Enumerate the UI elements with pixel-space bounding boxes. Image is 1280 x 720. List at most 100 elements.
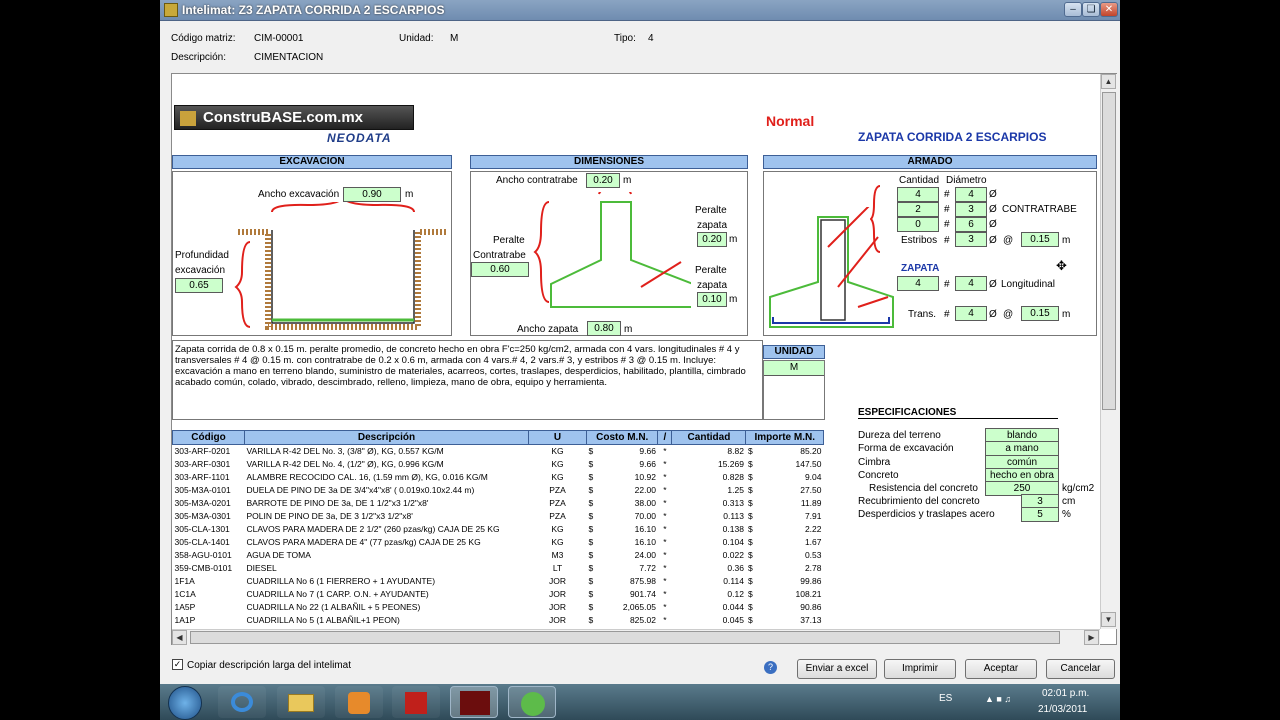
col-codigo[interactable]: Código bbox=[172, 430, 245, 445]
tray-icons[interactable]: ▲ ■ ♫ bbox=[985, 694, 1011, 704]
table-row[interactable]: 303-ARF-0301 VARILLA R-42 DEL No. 4, (1/2… bbox=[173, 458, 824, 471]
trans-sep-input[interactable]: 0.15 bbox=[1021, 306, 1059, 321]
table-row[interactable]: 305-CLA-1301 CLAVOS PARA MADERA DE 2 1/2"… bbox=[173, 523, 824, 536]
accept-button[interactable]: Aceptar bbox=[965, 659, 1037, 679]
trans-num-input[interactable]: 4 bbox=[955, 306, 987, 321]
peralte-zapata-label-2: zapata bbox=[697, 220, 728, 231]
close-button[interactable]: ✕ bbox=[1100, 2, 1118, 17]
horizontal-scrollbar[interactable]: ◀ ▶ bbox=[172, 629, 1100, 645]
trans-label: Trans. bbox=[908, 309, 936, 320]
restore-button[interactable]: ❏ bbox=[1082, 2, 1100, 17]
row-code: 303-ARF-1101 bbox=[174, 472, 230, 482]
table-row[interactable]: 305-M3A-0201 BARROTE DE PINO DE 3a, DE 1 … bbox=[173, 497, 824, 510]
scroll-left-icon[interactable]: ◀ bbox=[172, 630, 187, 645]
acrobat-icon[interactable] bbox=[392, 686, 440, 718]
print-button[interactable]: Imprimir bbox=[884, 659, 956, 679]
vertical-scroll-thumb[interactable] bbox=[1102, 92, 1116, 410]
forma-input[interactable]: a mano bbox=[985, 441, 1059, 456]
scroll-right-icon[interactable]: ▶ bbox=[1084, 630, 1099, 645]
table-row[interactable]: 1F1A CUADRILLA No 6 (1 FIERRERO + 1 AYUDA… bbox=[173, 575, 824, 588]
help-icon[interactable]: ? bbox=[764, 661, 777, 674]
internet-explorer-icon[interactable] bbox=[218, 686, 266, 718]
peralte-zapata2-input[interactable]: 0.10 bbox=[697, 292, 727, 307]
armado-diam-3-input[interactable]: 6 bbox=[955, 217, 987, 232]
peralte-contratrabe-label-1: Peralte bbox=[493, 235, 525, 246]
row-currency: $ bbox=[588, 550, 594, 560]
contratrabe-label: CONTRATRABE bbox=[1002, 204, 1077, 215]
table-row[interactable]: 305-M3A-0101 DUELA DE PINO DE 3a DE 3/4"x… bbox=[173, 484, 824, 497]
row-importe: 11.89 bbox=[800, 498, 822, 508]
desperdicios-input[interactable]: 5 bbox=[1021, 507, 1059, 522]
col-slash[interactable]: / bbox=[657, 430, 673, 445]
zapata-cant-input[interactable]: 4 bbox=[897, 276, 939, 291]
row-currency: $ bbox=[588, 446, 594, 457]
scroll-down-icon[interactable]: ▼ bbox=[1101, 612, 1116, 627]
row-quantity: 0.114 bbox=[723, 576, 744, 586]
language-indicator[interactable]: ES bbox=[939, 693, 952, 704]
logo-mark-icon bbox=[180, 111, 196, 126]
copy-description-checkbox[interactable]: ✓ bbox=[172, 659, 183, 670]
peralte-contratrabe-input[interactable]: 0.60 bbox=[471, 262, 529, 277]
table-row[interactable]: 303-ARF-1101 ALAMBRE RECOCIDO CAL. 16, (1… bbox=[173, 471, 824, 484]
unidad-value: M bbox=[450, 33, 459, 44]
armado-cant-1-input[interactable]: 4 bbox=[897, 187, 939, 202]
armado-cant-2-input[interactable]: 2 bbox=[897, 202, 939, 217]
zapata-label: ZAPATA bbox=[901, 263, 940, 274]
armado-diam-1-input[interactable]: 4 bbox=[955, 187, 987, 202]
table-row[interactable]: 359-CMB-0101 DIESEL LT $7.72 * 0.36 $2.78 bbox=[173, 562, 824, 575]
table-row[interactable]: 305-CLA-1401 CLAVOS PARA MADERA DE 4" (77… bbox=[173, 536, 824, 549]
codigo-value: CIM-00001 bbox=[254, 33, 304, 44]
table-row[interactable]: 358-AGU-0101 AGUA DE TOMA M3 $24.00 * 0.022 $0… bbox=[173, 549, 824, 562]
profundidad-label-2: excavación bbox=[175, 265, 226, 276]
table-row[interactable]: 303-ARF-0201 VARILLA R-42 DEL No. 3, (3/8… bbox=[173, 445, 824, 458]
row-description: CUADRILLA No 5 (1 ALBAÑIL+1 PEON) bbox=[246, 615, 400, 625]
col-costo[interactable]: Costo M.N. bbox=[585, 430, 659, 445]
armado-diam-2-input[interactable]: 3 bbox=[955, 202, 987, 217]
ancho-contratrabe-input[interactable]: 0.20 bbox=[586, 173, 620, 188]
start-button-icon[interactable] bbox=[168, 686, 202, 720]
title-bar[interactable]: Intelimat: Z3 ZAPATA CORRIDA 2 ESCARPIOS… bbox=[160, 0, 1120, 21]
col-importe[interactable]: Importe M.N. bbox=[745, 430, 824, 445]
table-row[interactable]: 1C1A CUADRILLA No 7 (1 CARP. O.N. + AYUDA… bbox=[173, 588, 824, 601]
windows-taskbar: ES ▲ ■ ♫ 02:01 p.m. 21/03/2011 bbox=[160, 684, 1120, 720]
send-to-excel-button[interactable]: Enviar a excel bbox=[797, 659, 877, 679]
unidad-box-value[interactable]: M bbox=[764, 361, 824, 376]
zapata-diam-input[interactable]: 4 bbox=[955, 276, 987, 291]
row-currency: $ bbox=[588, 563, 594, 573]
estribos-sep-input[interactable]: 0.15 bbox=[1021, 232, 1059, 247]
media-player-icon[interactable] bbox=[335, 686, 383, 718]
ancho-contratrabe-unit: m bbox=[623, 175, 632, 186]
minimize-button[interactable]: – bbox=[1064, 2, 1082, 17]
long-description[interactable]: Zapata corrida de 0.8 x 0.15 m. peralte … bbox=[172, 340, 763, 420]
row-code: 305-M3A-0301 bbox=[174, 511, 231, 521]
move-cursor-icon: ✥ bbox=[1056, 258, 1067, 273]
clock-date[interactable]: 21/03/2011 bbox=[1038, 704, 1087, 715]
neodata-task-icon[interactable] bbox=[450, 686, 498, 718]
col-descripcion[interactable]: Descripción bbox=[244, 430, 529, 445]
explorer-folder-icon[interactable] bbox=[277, 686, 325, 718]
ancho-zapata-input[interactable]: 0.80 bbox=[587, 321, 621, 336]
table-row[interactable]: 1A5P CUADRILLA No 22 (1 ALBAÑIL + 5 PEONE… bbox=[173, 601, 824, 614]
vertical-scrollbar[interactable]: ▲ ▼ bbox=[1100, 74, 1117, 629]
table-row[interactable]: 305-M3A-0301 POLIN DE PINO DE 3a, DE 3 1/… bbox=[173, 510, 824, 523]
row-star: * bbox=[663, 459, 667, 469]
table-row[interactable]: 1A1P CUADRILLA No 5 (1 ALBAÑIL+1 PEON) JOR… bbox=[173, 614, 824, 627]
horizontal-scroll-thumb[interactable] bbox=[190, 631, 1060, 644]
ancho-excavacion-input[interactable]: 0.90 bbox=[343, 187, 401, 202]
peralte-zapata-input[interactable]: 0.20 bbox=[697, 232, 727, 247]
row-description: BARROTE DE PINO DE 3a, DE 1 1/2"x3 1/2"x… bbox=[246, 498, 429, 508]
clock-time[interactable]: 02:01 p.m. bbox=[1042, 688, 1089, 699]
estribos-num-input[interactable]: 3 bbox=[955, 232, 987, 247]
app-task-icon[interactable] bbox=[508, 686, 556, 718]
profundidad-input[interactable]: 0.65 bbox=[175, 278, 223, 293]
col-cantidad[interactable]: Cantidad bbox=[671, 430, 747, 445]
scroll-up-icon[interactable]: ▲ bbox=[1101, 74, 1116, 89]
hash-label: # bbox=[944, 279, 950, 290]
row-description: ALAMBRE RECOCIDO CAL. 16, (1.59 mm Ø), K… bbox=[246, 472, 488, 482]
cancel-button[interactable]: Cancelar bbox=[1046, 659, 1115, 679]
armado-cant-3-input[interactable]: 0 bbox=[897, 217, 939, 232]
col-u[interactable]: U bbox=[528, 430, 587, 445]
recubrimiento-unit: cm bbox=[1062, 496, 1076, 507]
peralte-zapata-unit: m bbox=[729, 234, 738, 245]
unidad-label: Unidad: bbox=[399, 33, 434, 44]
